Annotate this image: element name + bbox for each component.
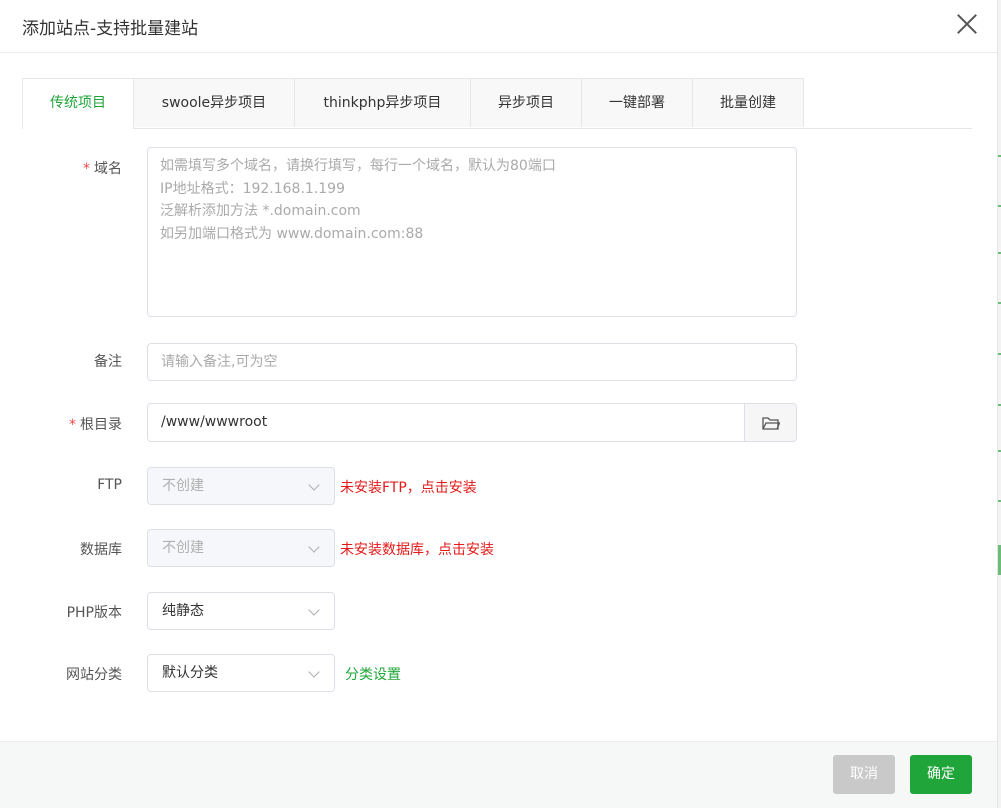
tab-one-click-deploy[interactable]: 一键部署 [581,78,693,127]
chevron-down-icon [308,541,320,553]
chevron-down-icon [308,604,320,616]
ftp-select[interactable]: 不创建 [147,467,335,505]
database-label: 数据库 [80,542,122,558]
database-select[interactable]: 不创建 [147,529,335,567]
browse-folder-button[interactable] [744,403,797,442]
chevron-down-icon [308,666,320,678]
required-mark: * [69,417,76,433]
tab-async[interactable]: 异步项目 [470,78,582,127]
domain-label: * 域名 [83,161,122,177]
project-tabs: 传统项目 swoole异步项目 thinkphp异步项目 异步项目 一键部署 批… [22,78,972,129]
ftp-install-link[interactable]: 未安装FTP，点击安装 [340,477,477,497]
tab-batch-create[interactable]: 批量创建 [692,78,804,127]
domain-placeholder-line: 如需填写多个域名，请换行填写，每行一个域名，默认为80端口 [160,158,556,174]
site-category-label: 网站分类 [66,667,122,683]
domain-placeholder-line: 泛解析添加方法 *.domain.com [160,203,361,219]
domain-placeholder-line: IP地址格式：192.168.1.199 [160,180,345,197]
domain-placeholder-line: 如另加端口格式为 www.domain.com:88 [160,225,424,242]
tab-traditional[interactable]: 传统项目 [22,78,134,129]
confirm-button[interactable]: 确定 [910,755,972,794]
dialog-header: 添加站点-支持批量建站 [0,0,997,53]
category-settings-link[interactable]: 分类设置 [345,664,401,684]
dialog-title: 添加站点-支持批量建站 [22,19,199,39]
tab-thinkphp[interactable]: thinkphp异步项目 [294,78,471,127]
remark-input[interactable]: 请输入备注,可为空 [147,343,797,381]
tab-swoole[interactable]: swoole异步项目 [133,78,295,127]
site-category-select[interactable]: 默认分类 [147,654,335,692]
dialog-footer: 取消 确定 [0,741,997,808]
domain-textarea[interactable]: 如需填写多个域名，请换行填写，每行一个域名，默认为80端口 IP地址格式：192… [147,147,797,317]
root-dir-input[interactable]: /www/wwwroot [147,403,745,442]
ftp-label: FTP [97,477,122,493]
folder-icon [762,417,780,430]
database-install-link[interactable]: 未安装数据库，点击安装 [340,539,494,559]
add-site-dialog: 添加站点-支持批量建站 传统项目 swoole异步项目 thinkphp异步项目… [0,0,998,808]
remark-label: 备注 [94,354,122,370]
close-icon[interactable] [955,12,979,36]
root-dir-label: * 根目录 [69,417,122,433]
chevron-down-icon [308,479,320,491]
php-version-select[interactable]: 纯静态 [147,592,335,630]
php-version-label: PHP版本 [66,605,122,621]
required-mark: * [83,161,90,177]
cancel-button[interactable]: 取消 [833,755,895,794]
